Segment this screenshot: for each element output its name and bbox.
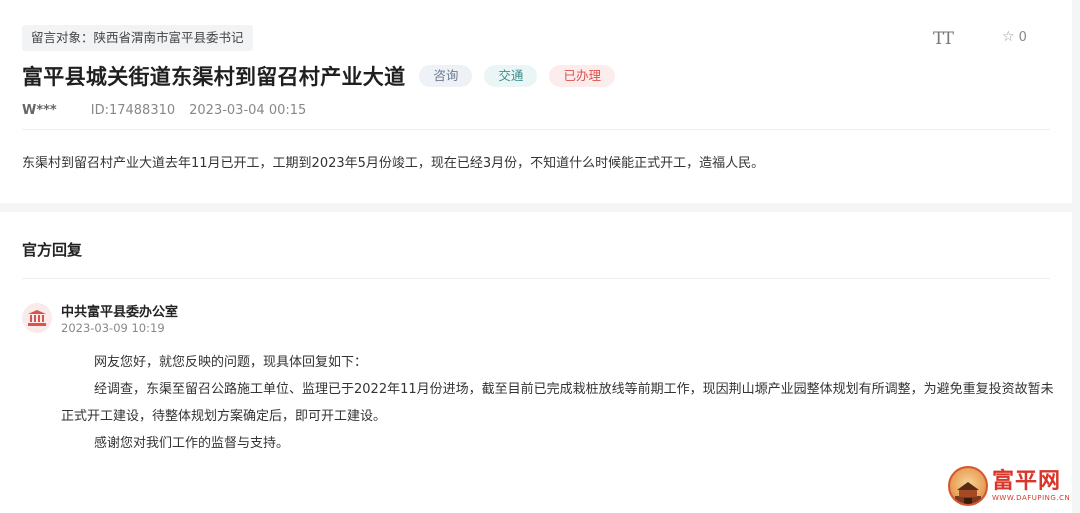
favorite-button[interactable]: ☆ 0 [1002, 29, 1027, 45]
field-tag: 交通 [484, 65, 538, 87]
reply-date: 2023-03-09 10:19 [61, 321, 165, 335]
divider [22, 278, 1050, 279]
reply-heading: 官方回复 [22, 241, 83, 259]
favorite-count: 0 [1018, 29, 1027, 45]
title-row: 富平县城关街道东渠村到留召村产业大道 咨询 交通 已办理 [22, 59, 615, 93]
status-badge: 已办理 [549, 65, 615, 87]
reply-card: 官方回复 中共富平县委办公室 2023-03-09 10:19 网友您好，就您反… [0, 212, 1072, 513]
reply-body: 网友您好，就您反映的问题，现具体回复如下： 经调查，东渠至留召公路施工单位、监理… [61, 349, 1061, 457]
reply-paragraph: 网友您好，就您反映的问题，现具体回复如下： [94, 355, 368, 370]
reply-org-name: 中共富平县委办公室 [61, 305, 179, 320]
site-watermark-logo: 富平网 WWW.DAFUPING.CN [948, 466, 1070, 506]
tower-icon [948, 466, 988, 506]
message-id: ID:17488310 [90, 103, 176, 118]
font-size-icon[interactable]: TT [933, 29, 954, 49]
page-title: 富平县城关街道东渠村到留召村产业大道 [22, 65, 406, 89]
government-building-icon [22, 303, 52, 333]
category-tag: 咨询 [419, 65, 473, 87]
divider [22, 129, 1050, 130]
site-url: WWW.DAFUPING.CN [992, 494, 1071, 502]
message-datetime: 2023-03-04 00:15 [189, 103, 307, 118]
reply-paragraph: 经调查，东渠至留召公路施工单位、监理已于2022年11月份进场，截至目前已完成栽… [61, 382, 1054, 424]
message-card: 留言对象：陕西省渭南市富平县委书记 TT ☆ 0 富平县城关街道东渠村到留召村产… [0, 0, 1072, 203]
message-content: 东渠村到留召村产业大道去年11月已开工，工期到2023年5月份竣工，现在已经3月… [22, 156, 765, 171]
message-target-label: 留言对象：陕西省渭南市富平县委书记 [22, 25, 253, 51]
star-icon: ☆ [1002, 29, 1015, 45]
message-meta: W*** ID:17488310 2023-03-04 00:15 [22, 103, 306, 118]
reply-paragraph: 感谢您对我们工作的监督与支持。 [94, 436, 290, 451]
site-name: 富平网 [992, 469, 1062, 494]
author-name: W*** [22, 103, 57, 118]
